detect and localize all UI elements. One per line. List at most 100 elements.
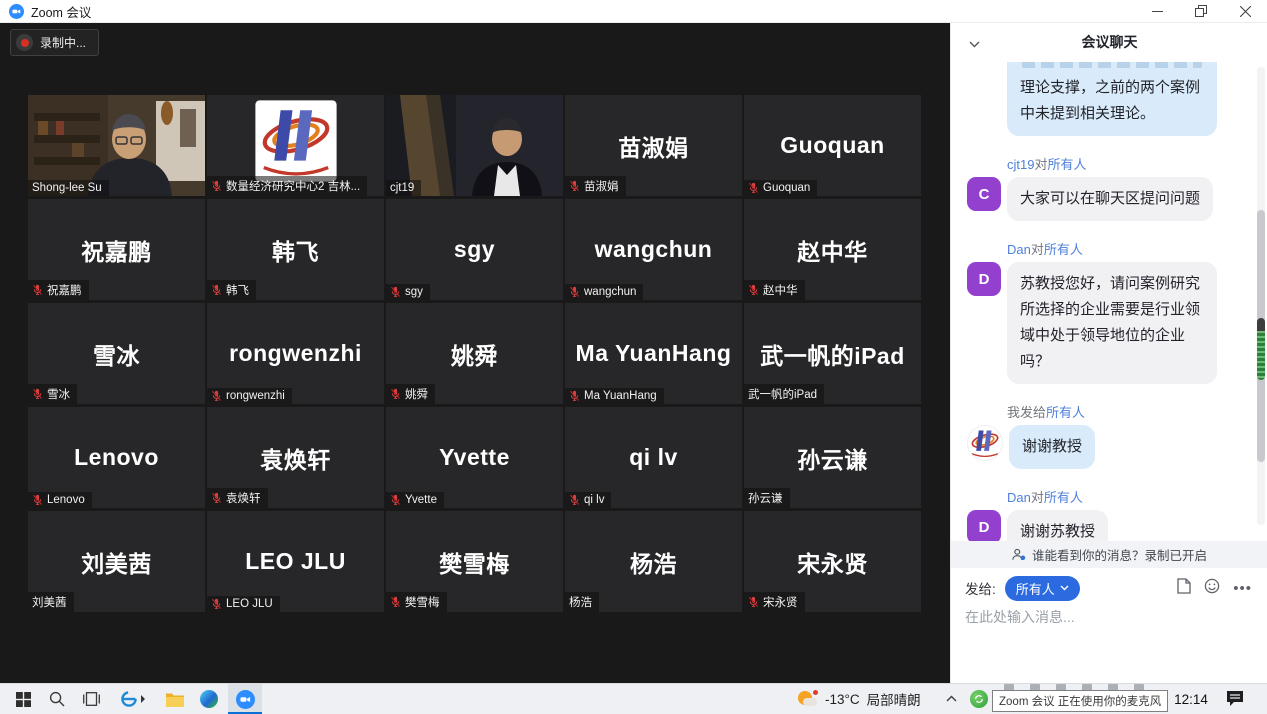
participant-tile[interactable]: rongwenzhirongwenzhi bbox=[207, 303, 384, 404]
participant-tile[interactable]: LenovoLenovo bbox=[28, 407, 205, 508]
chat-input[interactable]: 在此处输入消息... bbox=[965, 607, 1075, 627]
participant-tile[interactable]: 杨浩杨浩 bbox=[565, 511, 742, 612]
participant-label-text: 宋永贤 bbox=[763, 594, 798, 610]
title-bar: Zoom 会议 bbox=[0, 0, 1267, 23]
participant-tile[interactable]: 刘美茜刘美茜 bbox=[28, 511, 205, 612]
avatar: D bbox=[967, 262, 1001, 296]
chat-message: 理论支撑，之前的两个案例中未提到相关理论。 bbox=[1007, 62, 1229, 136]
message-sender-line: 我发给所有人 bbox=[1007, 402, 1229, 421]
edge-browser-icon[interactable] bbox=[192, 684, 226, 714]
chat-title: 会议聊天 bbox=[1082, 32, 1138, 52]
file-attach-icon[interactable] bbox=[1177, 578, 1191, 599]
chat-visibility-status: 谁能看到你的消息？录制已开启 bbox=[951, 541, 1267, 568]
participant-label-text: Yvette bbox=[405, 494, 437, 506]
muted-mic-icon bbox=[32, 494, 43, 506]
chat-panel: 会议聊天 理论支撑，之前的两个案例中未提到相关理论。cjt19对所有人C大家可以… bbox=[950, 22, 1267, 683]
participant-tile[interactable]: 姚舜姚舜 bbox=[386, 303, 563, 404]
participant-tile[interactable]: 武一帆的iPad武一帆的iPad bbox=[744, 303, 921, 404]
participant-tile[interactable]: Shong-lee Su bbox=[28, 95, 205, 196]
restore-button[interactable] bbox=[1179, 0, 1223, 22]
window-title: Zoom 会议 bbox=[31, 2, 91, 21]
participant-tile[interactable]: 赵中华赵中华 bbox=[744, 199, 921, 300]
muted-mic-icon bbox=[390, 596, 401, 608]
participant-label-text: rongwenzhi bbox=[226, 390, 285, 402]
emoji-icon[interactable] bbox=[1204, 578, 1220, 599]
participant-tile[interactable]: qi lvqi lv bbox=[565, 407, 742, 508]
search-icon[interactable] bbox=[40, 684, 74, 714]
participant-tile[interactable]: wangchunwangchun bbox=[565, 199, 742, 300]
participant-tile[interactable]: 宋永贤宋永贤 bbox=[744, 511, 921, 612]
participant-tile[interactable]: cjt19 bbox=[386, 95, 563, 196]
recording-indicator[interactable]: 录制中... bbox=[10, 29, 99, 56]
participant-label-text: 樊雪梅 bbox=[405, 594, 440, 610]
mic-in-use-tooltip: Zoom 会议 正在使用你的麦克风 bbox=[992, 690, 1168, 712]
weather-icon bbox=[798, 690, 818, 708]
tray-expand-icon[interactable] bbox=[946, 691, 957, 705]
muted-mic-icon bbox=[748, 284, 759, 296]
participant-label-text: 苗淑娟 bbox=[584, 178, 619, 194]
participant-tile[interactable]: 苗淑娟苗淑娟 bbox=[565, 95, 742, 196]
participant-label: qi lv bbox=[565, 492, 611, 508]
chat-scrollbar-grip[interactable] bbox=[1257, 318, 1265, 380]
more-options-icon[interactable]: ••• bbox=[1233, 580, 1252, 597]
message-bubble: 理论支撑，之前的两个案例中未提到相关理论。 bbox=[1007, 62, 1217, 136]
chat-scrollbar[interactable] bbox=[1257, 67, 1265, 525]
action-center-icon[interactable] bbox=[1226, 690, 1244, 712]
send-to-label: 发给: bbox=[965, 578, 996, 598]
zoom-app-icon bbox=[9, 4, 24, 19]
participant-tile[interactable]: LEO JLULEO JLU bbox=[207, 511, 384, 612]
participant-tile[interactable]: 雪冰雪冰 bbox=[28, 303, 205, 404]
participant-label-text: 雪冰 bbox=[47, 386, 70, 402]
muted-mic-icon bbox=[748, 182, 759, 194]
participant-label: Lenovo bbox=[28, 492, 92, 508]
participant-tile[interactable]: Ma YuanHangMa YuanHang bbox=[565, 303, 742, 404]
recipient-select[interactable]: 所有人 bbox=[1005, 576, 1080, 601]
participant-tile[interactable]: 樊雪梅樊雪梅 bbox=[386, 511, 563, 612]
participant-label-text: LEO JLU bbox=[226, 598, 273, 610]
message-bubble: 谢谢苏教授 bbox=[1007, 510, 1108, 541]
participant-label-text: cjt19 bbox=[390, 182, 414, 194]
task-view-button[interactable] bbox=[74, 684, 108, 714]
muted-mic-icon bbox=[569, 390, 580, 402]
muted-mic-icon bbox=[390, 494, 401, 506]
participant-grid: Shong-lee Su 数量经济研究中心2 吉林... cjt19 苗淑娟苗淑娟Gu… bbox=[28, 95, 921, 612]
chat-compose-bar: 发给: 所有人 ••• bbox=[965, 575, 1252, 601]
internet-explorer-icon[interactable] bbox=[112, 684, 154, 714]
file-explorer-icon[interactable] bbox=[158, 684, 192, 714]
message-sender-line: cjt19对所有人 bbox=[1007, 154, 1229, 173]
weather-widget[interactable]: -13°C 局部晴朗 bbox=[798, 684, 921, 714]
clipped-text-line bbox=[1022, 62, 1202, 68]
participant-tile[interactable]: 数量经济研究中心2 吉林... bbox=[207, 95, 384, 196]
chevron-down-icon[interactable] bbox=[969, 35, 980, 51]
start-button[interactable] bbox=[6, 684, 40, 714]
taskbar-clock[interactable]: 12:14 bbox=[1166, 684, 1216, 714]
chat-message: cjt19对所有人C大家可以在聊天区提问问题 bbox=[967, 154, 1229, 221]
avatar: C bbox=[967, 177, 1001, 211]
message-bubble: 苏教授您好，请问案例研究所选择的企业需要是行业领域中处于领导地位的企业吗？ bbox=[1007, 262, 1217, 384]
participant-tile[interactable]: sgysgy bbox=[386, 199, 563, 300]
minimize-button[interactable] bbox=[1135, 0, 1179, 22]
chat-message-list[interactable]: 理论支撑，之前的两个案例中未提到相关理论。cjt19对所有人C大家可以在聊天区提… bbox=[967, 62, 1229, 541]
participant-label-text: 数量经济研究中心2 吉林... bbox=[226, 178, 360, 194]
close-button[interactable] bbox=[1223, 0, 1267, 22]
participant-label-text: qi lv bbox=[584, 494, 604, 506]
participant-tile[interactable]: 袁焕轩袁焕轩 bbox=[207, 407, 384, 508]
participant-tile[interactable]: 韩飞韩飞 bbox=[207, 199, 384, 300]
participant-tile[interactable]: 孙云谦孙云谦 bbox=[744, 407, 921, 508]
participant-label: LEO JLU bbox=[207, 596, 280, 612]
participant-tile[interactable]: 祝嘉鹏祝嘉鹏 bbox=[28, 199, 205, 300]
participant-tile[interactable]: YvetteYvette bbox=[386, 407, 563, 508]
participant-label: sgy bbox=[386, 284, 430, 300]
tray-antivirus-icon[interactable] bbox=[970, 690, 988, 708]
participant-label: 孙云谦 bbox=[744, 488, 790, 508]
chevron-down-icon bbox=[1060, 585, 1069, 591]
weather-temp: -13°C bbox=[825, 692, 860, 707]
participant-label: 姚舜 bbox=[386, 384, 435, 404]
participant-tile[interactable]: GuoquanGuoquan bbox=[744, 95, 921, 196]
participant-label: 武一帆的iPad bbox=[744, 384, 824, 404]
recording-label: 录制中... bbox=[40, 34, 86, 51]
participant-label-text: Ma YuanHang bbox=[584, 390, 657, 402]
zoom-taskbar-icon[interactable] bbox=[228, 684, 262, 714]
participant-label: Guoquan bbox=[744, 180, 817, 196]
chat-header: 会议聊天 bbox=[951, 22, 1267, 62]
